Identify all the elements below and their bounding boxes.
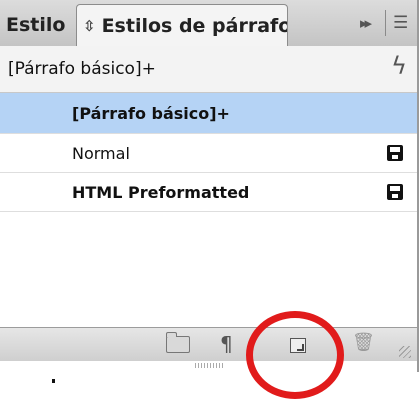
tab-paragraph-styles-label: Estilos de párrafo xyxy=(101,14,288,37)
panel-tab-bar: Estilo ⇳ Estilos de párrafo ▸▸ ☰ xyxy=(0,0,417,47)
tab-separator xyxy=(385,10,386,36)
new-style-group-folder-icon[interactable] xyxy=(166,332,190,353)
save-disk-icon xyxy=(387,145,403,161)
delete-style-trash-icon[interactable]: 🗑 xyxy=(352,332,375,353)
expand-panel-icon[interactable]: ▸▸ xyxy=(360,0,372,46)
tab-character-styles[interactable]: Estilo xyxy=(6,4,74,46)
panel-resize-handle[interactable] xyxy=(195,363,225,368)
highlight-circle-annotation xyxy=(246,311,344,399)
updown-arrows-icon: ⇳ xyxy=(83,16,96,35)
style-item-html-preformatted[interactable]: HTML Preformatted xyxy=(0,173,417,212)
styles-list: [Párrafo básico]+ Normal HTML Preformatt… xyxy=(0,93,417,327)
style-item-label: Normal xyxy=(72,143,130,163)
current-style-label: [Párrafo básico]+ xyxy=(8,59,156,79)
stray-mark xyxy=(52,379,55,383)
current-style-bar: [Párrafo básico]+ ϟ xyxy=(0,46,417,93)
panel-bottom-toolbar: ¶ 🗑 xyxy=(0,327,417,361)
panel-menu-icon[interactable]: ☰ xyxy=(393,0,408,46)
style-item-label: [Párrafo básico]+ xyxy=(72,103,230,123)
resize-grip-icon[interactable] xyxy=(399,346,411,358)
style-item-basic-paragraph[interactable]: [Párrafo básico]+ xyxy=(0,93,417,134)
tab-paragraph-styles[interactable]: ⇳ Estilos de párrafo xyxy=(76,4,288,46)
create-style-from-selection-icon[interactable]: ϟ xyxy=(391,52,407,80)
style-item-label: HTML Preformatted xyxy=(72,182,250,202)
save-disk-icon xyxy=(387,184,403,200)
tab-character-styles-label: Estilo xyxy=(6,14,66,36)
style-item-normal[interactable]: Normal xyxy=(0,134,417,173)
paragraph-styles-panel: Estilo ⇳ Estilos de párrafo ▸▸ ☰ [Párraf… xyxy=(0,0,419,372)
clear-overrides-pilcrow-icon[interactable]: ¶ xyxy=(220,332,233,356)
